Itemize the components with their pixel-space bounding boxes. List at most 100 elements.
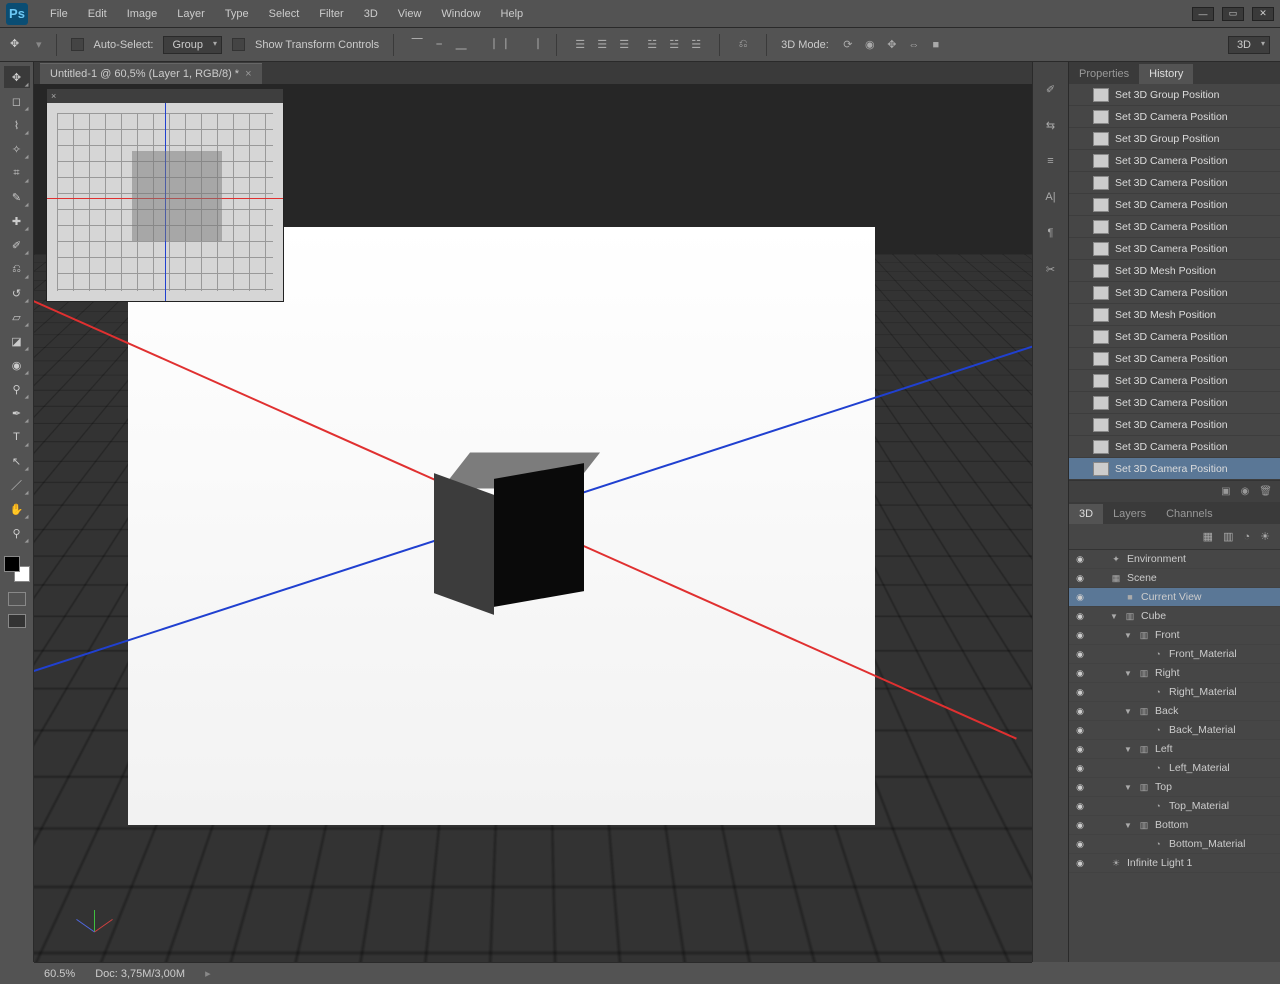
crop-tool[interactable]: ⌗ [4,162,30,184]
history-list[interactable]: Set 3D Group PositionSet 3D Camera Posit… [1069,84,1280,480]
axis-gizmo[interactable] [74,896,114,936]
blur-tool[interactable]: ◉ [4,354,30,376]
tree-row[interactable]: ◉▼▥Top [1069,778,1280,797]
dodge-tool[interactable]: ⚲ [4,378,30,400]
tree-row[interactable]: ◉▼▥Cube [1069,607,1280,626]
history-row[interactable]: Set 3D Mesh Position [1069,304,1280,326]
tree-row[interactable]: ◉▼▥Front [1069,626,1280,645]
close-button[interactable]: ✕ [1252,7,1274,21]
para-panel-icon[interactable]: ¶ [1041,224,1061,242]
marquee-tool[interactable]: ◻ [4,90,30,112]
history-row[interactable]: Set 3D Camera Position [1069,436,1280,458]
workspace-dropdown[interactable]: 3D [1228,36,1270,54]
camera-icon[interactable]: ◉ [1241,486,1250,497]
visibility-icon[interactable]: ◉ [1073,782,1087,793]
tree-row[interactable]: ◉◔Left_Material [1069,759,1280,778]
menu-help[interactable]: Help [491,2,534,26]
path-tool[interactable]: ↖ [4,450,30,472]
history-row[interactable]: Set 3D Camera Position [1069,172,1280,194]
pen-tool[interactable]: ✒ [4,402,30,424]
menu-view[interactable]: View [388,2,432,26]
color-swatches[interactable] [4,556,30,582]
menu-type[interactable]: Type [215,2,259,26]
visibility-icon[interactable]: ◉ [1073,858,1087,869]
disclosure-icon[interactable]: ▼ [1109,612,1119,621]
tree-row[interactable]: ◉◔Back_Material [1069,721,1280,740]
history-row[interactable]: Set 3D Camera Position [1069,282,1280,304]
visibility-icon[interactable]: ◉ [1073,801,1087,812]
visibility-icon[interactable]: ◉ [1073,554,1087,565]
hand-tool[interactable]: ✋ [4,498,30,520]
shape-tool[interactable]: ／ [4,474,30,496]
3d-scene-tree[interactable]: ◉✦Environment◉▦Scene◉■Current View◉▼▥Cub… [1069,550,1280,962]
gradient-tool[interactable]: ◪ [4,330,30,352]
maximize-button[interactable]: ▭ [1222,7,1244,21]
filter-scene-icon[interactable]: ▦ [1203,530,1213,543]
char-panel-icon[interactable]: A| [1041,188,1061,206]
visibility-icon[interactable]: ◉ [1073,725,1087,736]
tree-row[interactable]: ◉▼▥Right [1069,664,1280,683]
canvas[interactable]: × [34,84,1032,962]
disclosure-icon[interactable]: ▼ [1123,669,1133,678]
visibility-icon[interactable]: ◉ [1073,706,1087,717]
show-transform-checkbox[interactable] [232,38,245,51]
wand-tool[interactable]: ✧ [4,138,30,160]
type-tool[interactable]: T [4,426,30,448]
menu-select[interactable]: Select [259,2,310,26]
trash-icon[interactable]: 🗑 [1259,486,1272,497]
tree-row[interactable]: ◉◔Top_Material [1069,797,1280,816]
move-tool[interactable]: ✥ [4,66,30,88]
dist-top-icon[interactable]: ☰ [571,36,589,54]
history-row[interactable]: Set 3D Camera Position [1069,238,1280,260]
eraser-tool[interactable]: ▱ [4,306,30,328]
history-row[interactable]: Set 3D Camera Position [1069,348,1280,370]
menu-filter[interactable]: Filter [309,2,353,26]
zoom-readout[interactable]: 60.5% [44,968,75,980]
zoom-tool[interactable]: ⚲ [4,522,30,544]
align-right-icon[interactable]: ⎹ [524,36,542,54]
screenmode-toggle[interactable] [8,614,26,628]
pan-icon[interactable]: ✥ [883,36,901,54]
dist-vcenter-icon[interactable]: ☰ [593,36,611,54]
menu-layer[interactable]: Layer [167,2,215,26]
menu-window[interactable]: Window [431,2,490,26]
orbit-icon[interactable]: ⟳ [839,36,857,54]
auto-select-dropdown[interactable]: Group [163,36,222,54]
new-snapshot-icon[interactable]: ▣ [1221,486,1230,497]
secondary-view[interactable]: × [46,102,284,302]
dist-left-icon[interactable]: ☱ [643,36,661,54]
visibility-icon[interactable]: ◉ [1073,630,1087,641]
visibility-icon[interactable]: ◉ [1073,649,1087,660]
eyedropper-tool[interactable]: ✎ [4,186,30,208]
heal-tool[interactable]: ✚ [4,210,30,232]
visibility-icon[interactable]: ◉ [1073,668,1087,679]
history-row[interactable]: Set 3D Camera Position [1069,106,1280,128]
minimize-button[interactable]: — [1192,7,1214,21]
dist-right-icon[interactable]: ☱ [687,36,705,54]
history-row[interactable]: Set 3D Camera Position [1069,150,1280,172]
tree-row[interactable]: ◉▼▥Left [1069,740,1280,759]
tree-row[interactable]: ◉■Current View [1069,588,1280,607]
align-vcenter-icon[interactable]: ⎯ [430,36,448,54]
disclosure-icon[interactable]: ▼ [1123,707,1133,716]
tree-row[interactable]: ◉◔Front_Material [1069,645,1280,664]
styles-panel-icon[interactable]: ≡ [1041,152,1061,170]
auto-select-checkbox[interactable] [71,38,84,51]
menu-3d[interactable]: 3D [354,2,388,26]
roll-icon[interactable]: ◉ [861,36,879,54]
document-tab[interactable]: Untitled-1 @ 60,5% (Layer 1, RGB/8) * × [40,63,262,84]
tab-history[interactable]: History [1139,64,1193,84]
tab-3d[interactable]: 3D [1069,504,1103,524]
history-row[interactable]: Set 3D Group Position [1069,128,1280,150]
align-top-icon[interactable]: ⎺ [408,36,426,54]
align-left-icon[interactable]: ⎹ [480,36,498,54]
disclosure-icon[interactable]: ▼ [1123,745,1133,754]
tab-channels[interactable]: Channels [1156,504,1222,524]
tab-layers[interactable]: Layers [1103,504,1156,524]
tree-row[interactable]: ◉✦Environment [1069,550,1280,569]
tree-row[interactable]: ◉☀Infinite Light 1 [1069,854,1280,873]
history-row[interactable]: Set 3D Camera Position [1069,458,1280,480]
history-row[interactable]: Set 3D Group Position [1069,84,1280,106]
visibility-icon[interactable]: ◉ [1073,839,1087,850]
filter-mesh-icon[interactable]: ▥ [1223,530,1233,543]
